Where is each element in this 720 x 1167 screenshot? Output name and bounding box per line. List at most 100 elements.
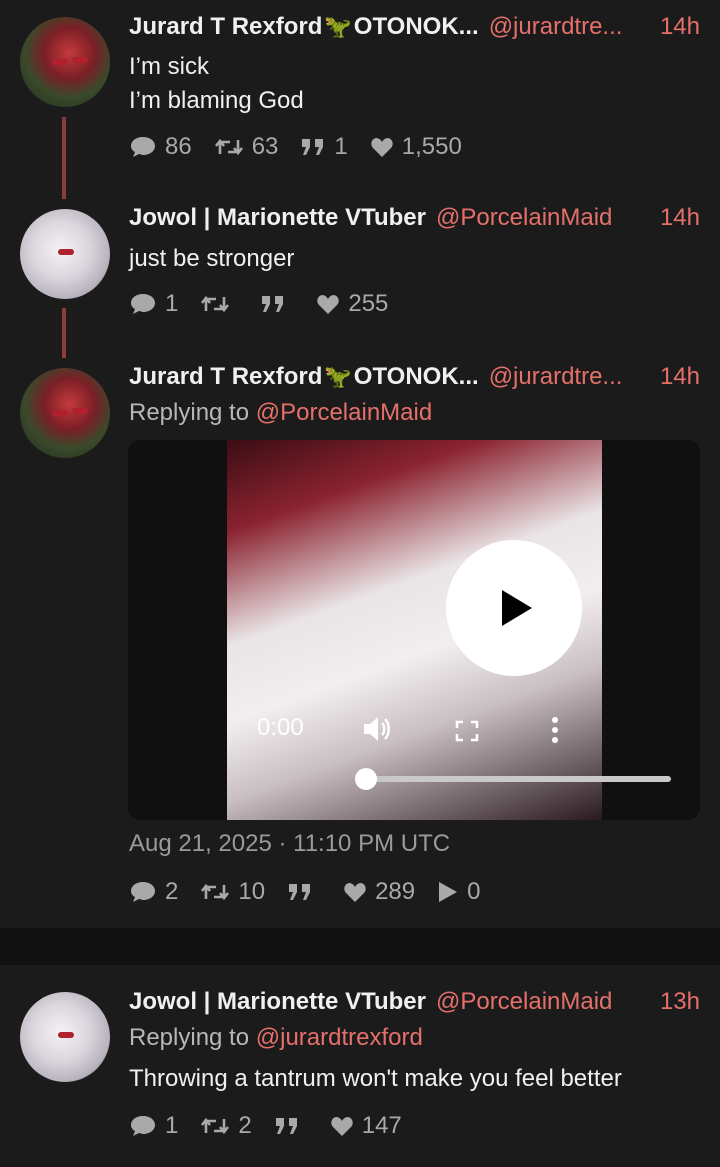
dinosaur-emoji: 🦖 xyxy=(324,364,352,389)
tweet-text: I’m sick I’m blaming God xyxy=(129,50,304,118)
tweet-stats: 1 255 xyxy=(129,288,410,320)
play-count-value: 0 xyxy=(467,878,481,905)
reply-count-value: 2 xyxy=(165,878,179,905)
display-name[interactable]: Jurard T Rexford xyxy=(129,363,322,391)
volume-button[interactable] xyxy=(361,714,393,751)
retweet-count-value: 63 xyxy=(251,133,279,160)
heart-icon xyxy=(331,1117,353,1136)
like-count-value: 1,550 xyxy=(401,133,462,160)
video-frame[interactable]: 0:00 xyxy=(227,440,671,820)
retweet-count[interactable] xyxy=(200,293,238,315)
tweet-time[interactable]: 14h xyxy=(648,363,700,391)
reply-count[interactable]: 1 xyxy=(129,290,178,318)
like-count[interactable]: 255 xyxy=(316,290,388,318)
tweet-header: Jowol | Marionette VTuber @PorcelainMaid… xyxy=(129,986,700,1018)
retweet-count[interactable]: 2 xyxy=(200,1112,252,1140)
play-count-icon xyxy=(439,882,458,902)
tweet-time[interactable]: 14h xyxy=(648,13,700,41)
reply-count-value: 1 xyxy=(165,290,179,317)
more-options-button[interactable] xyxy=(551,716,559,751)
quote-icon xyxy=(289,884,311,900)
quote-count[interactable] xyxy=(274,1116,308,1136)
avatar-detail xyxy=(72,57,88,63)
avatar[interactable] xyxy=(20,992,110,1082)
video-player[interactable]: 0:00 xyxy=(128,440,700,820)
replying-to-label: Replying to xyxy=(129,399,250,426)
play-icon xyxy=(502,590,532,626)
thread-line xyxy=(62,117,66,199)
heart-icon xyxy=(344,883,366,902)
reply-count[interactable]: 1 xyxy=(129,1112,178,1140)
heart-icon xyxy=(371,138,393,157)
replying-to: Replying to @jurardtrexford xyxy=(129,1024,423,1052)
tweet-text: just be stronger xyxy=(129,245,295,272)
replying-to: Replying to @PorcelainMaid xyxy=(129,399,432,427)
retweet-count-value: 10 xyxy=(238,878,266,905)
tweet-time[interactable]: 13h xyxy=(648,988,700,1016)
username[interactable]: @jurardtre... xyxy=(489,363,623,391)
comment-icon xyxy=(131,882,155,902)
username[interactable]: @PorcelainMaid xyxy=(436,204,612,232)
reply-count[interactable]: 86 xyxy=(129,133,192,161)
display-name-suffix[interactable]: OTONOK... xyxy=(354,13,479,41)
replying-to-mention[interactable]: @jurardtrexford xyxy=(256,1024,423,1051)
avatar[interactable] xyxy=(20,368,110,458)
username[interactable]: @jurardtre... xyxy=(489,13,623,41)
comment-icon xyxy=(131,137,155,157)
quote-count-value: 1 xyxy=(334,133,348,160)
tweet-time[interactable]: 14h xyxy=(648,204,700,232)
username[interactable]: @PorcelainMaid xyxy=(436,988,612,1016)
avatar[interactable] xyxy=(20,17,110,107)
dinosaur-emoji: 🦖 xyxy=(324,14,352,39)
quote-icon xyxy=(302,139,324,155)
avatar[interactable] xyxy=(20,209,110,299)
avatar-detail xyxy=(52,410,68,416)
quote-icon xyxy=(262,296,284,312)
like-count[interactable]: 147 xyxy=(330,1112,402,1140)
display-name[interactable]: Jowol | Marionette VTuber xyxy=(129,988,426,1016)
quote-icon xyxy=(275,1118,297,1134)
avatar-detail xyxy=(58,1032,74,1038)
retweet-count-value: 2 xyxy=(238,1112,252,1139)
tweet-header: Jowol | Marionette VTuber @PorcelainMaid… xyxy=(129,202,700,234)
heart-icon xyxy=(317,295,340,314)
like-count[interactable]: 289 xyxy=(343,878,415,906)
avatar-detail xyxy=(72,408,88,414)
quote-count[interactable] xyxy=(287,882,321,902)
reply-count[interactable]: 2 xyxy=(129,878,178,906)
display-name-suffix[interactable]: OTONOK... xyxy=(354,363,479,391)
tweet-stats: 2 10 289 0 xyxy=(129,876,502,908)
like-count-value: 255 xyxy=(348,290,389,317)
comment-icon xyxy=(131,1116,155,1136)
retweet-icon xyxy=(201,295,230,313)
like-count-value: 147 xyxy=(361,1112,402,1139)
avatar-detail xyxy=(52,59,68,65)
comment-icon xyxy=(131,294,155,314)
play-count[interactable]: 0 xyxy=(437,878,480,906)
tweet-header: Jurard T Rexford 🦖 OTONOK... @jurardtre.… xyxy=(129,361,700,393)
quote-count[interactable]: 1 xyxy=(300,133,348,161)
display-name[interactable]: Jowol | Marionette VTuber xyxy=(129,204,426,232)
seek-handle[interactable] xyxy=(355,768,377,790)
tweet-text-line: I’m sick xyxy=(129,53,209,80)
like-count[interactable]: 1,550 xyxy=(370,133,462,161)
quote-count[interactable] xyxy=(260,294,294,314)
reply-count-value: 86 xyxy=(165,133,192,160)
retweet-count[interactable]: 63 xyxy=(214,133,279,161)
tweet-header: Jurard T Rexford 🦖 OTONOK... @jurardtre.… xyxy=(129,11,700,43)
tweet-text: Throwing a tantrum won't make you feel b… xyxy=(129,1065,622,1092)
replying-to-mention[interactable]: @PorcelainMaid xyxy=(256,399,432,426)
thread-line xyxy=(62,308,66,358)
reply-count-value: 1 xyxy=(165,1112,179,1139)
display-name[interactable]: Jurard T Rexford xyxy=(129,13,322,41)
play-button[interactable] xyxy=(446,540,582,676)
fullscreen-button[interactable] xyxy=(455,720,479,749)
seek-bar[interactable] xyxy=(365,776,671,782)
tweet-text-line: I’m blaming God xyxy=(129,87,304,114)
tweet-stats: 86 63 1 1,550 xyxy=(129,131,484,163)
tweet-date[interactable]: Aug 21, 2025 · 11:10 PM UTC xyxy=(129,830,450,858)
replying-to-label: Replying to xyxy=(129,1024,250,1051)
tweet-stats: 1 2 147 xyxy=(129,1110,424,1142)
retweet-count[interactable]: 10 xyxy=(200,878,265,906)
video-time: 0:00 xyxy=(257,714,304,741)
